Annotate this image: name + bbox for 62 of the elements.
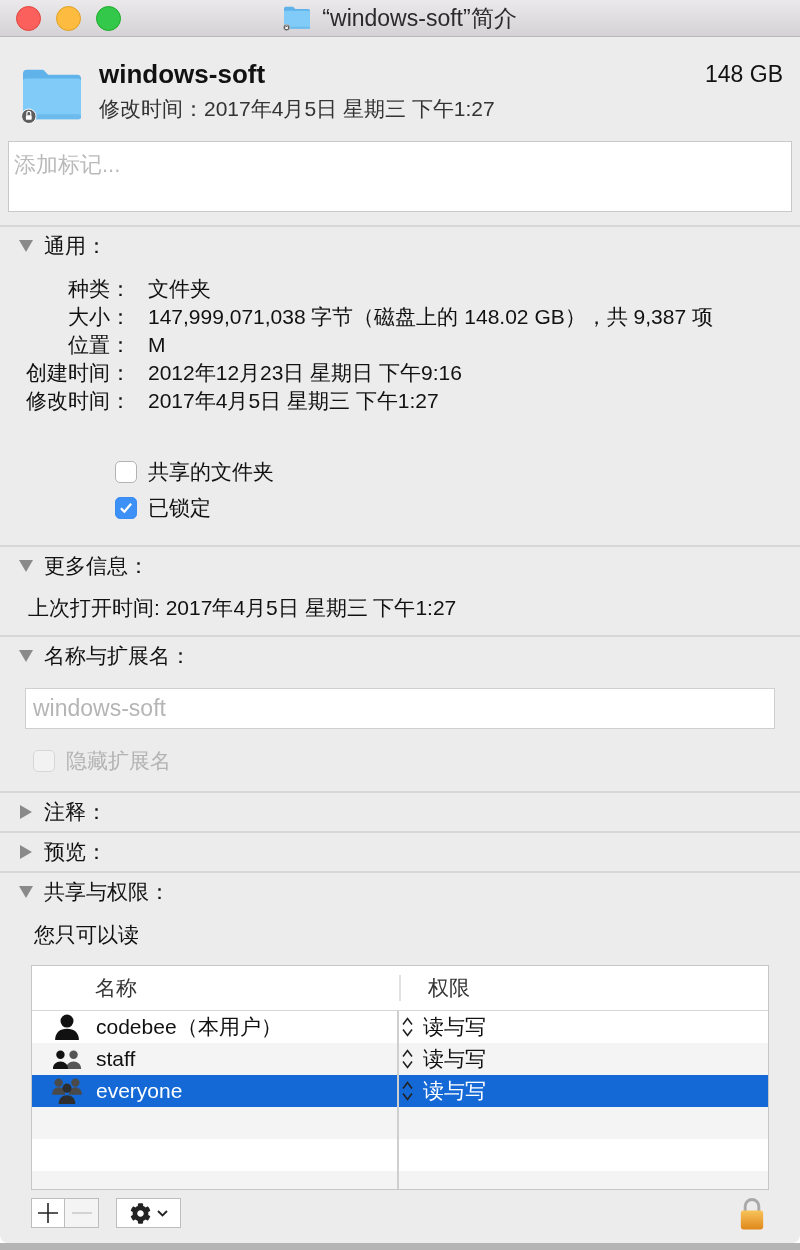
checkbox-label: 已锁定 — [148, 495, 211, 522]
checkbox-label: 隐藏扩展名 — [66, 748, 171, 775]
two-people-icon — [52, 1049, 82, 1069]
up-down-chevrons-icon — [402, 1081, 413, 1101]
field-label: 创建时间： — [25, 360, 131, 387]
field-label: 修改时间： — [25, 388, 131, 415]
three-people-icon — [52, 1078, 82, 1104]
locked-folder-icon — [283, 5, 312, 31]
action-menu-button[interactable] — [116, 1198, 181, 1228]
privilege-popup[interactable]: 读与写 — [402, 1011, 486, 1043]
field-value: M — [148, 332, 166, 359]
field-value: 2017年4月5日 星期三 下午1:27 — [148, 388, 439, 415]
file-size: 148 GB — [705, 60, 783, 89]
up-down-chevrons-icon — [402, 1017, 413, 1037]
privilege-popup[interactable]: 读与写 — [402, 1043, 486, 1075]
field-value: 147,999,071,038 字节（磁盘上的 148.02 GB），共 9,387 项 — [148, 304, 713, 331]
caret-down-icon — [156, 1209, 168, 1217]
triangle-down-icon[interactable] — [19, 560, 33, 572]
permission-note: 您只可以读 — [34, 922, 139, 948]
add-button[interactable] — [31, 1198, 65, 1228]
table-row[interactable]: staff 读与写 — [32, 1043, 768, 1075]
user-name: codebee（本用户） — [96, 1014, 282, 1041]
minimize-button[interactable] — [56, 5, 81, 31]
person-icon — [54, 1014, 80, 1040]
tags-field[interactable]: 添加标记... — [8, 141, 792, 212]
user-name: staff — [96, 1046, 136, 1073]
section-title[interactable]: 通用： — [44, 230, 107, 262]
gear-icon — [129, 1202, 151, 1224]
section-title[interactable]: 名称与扩展名： — [44, 640, 191, 672]
close-button[interactable] — [16, 5, 41, 31]
section-title[interactable]: 预览： — [44, 836, 107, 868]
field-value: 2012年12月23日 星期日 下午9:16 — [148, 360, 462, 387]
column-header[interactable]: 权限 — [428, 972, 470, 1004]
zoom-button[interactable] — [96, 5, 121, 31]
field-value: 文件夹 — [148, 276, 211, 303]
column-header[interactable]: 名称 — [95, 972, 137, 1004]
triangle-right-icon[interactable] — [20, 805, 32, 819]
triangle-down-icon[interactable] — [19, 240, 33, 252]
modified-date: 修改时间：2017年4月5日 星期三 下午1:27 — [99, 96, 495, 122]
field-label: 大小： — [67, 304, 131, 331]
minus-icon — [71, 1212, 92, 1214]
table-row[interactable]: everyone 读与写 — [32, 1075, 768, 1107]
field-label: 位置： — [67, 332, 131, 359]
privilege-popup[interactable]: 读与写 — [402, 1075, 486, 1107]
section-title[interactable]: 更多信息： — [44, 550, 149, 582]
triangle-down-icon[interactable] — [19, 886, 33, 898]
user-name: everyone — [96, 1078, 183, 1105]
field-label: 种类： — [67, 276, 131, 303]
checkbox-label: 共享的文件夹 — [148, 459, 274, 486]
plus-icon — [38, 1203, 58, 1223]
section-title[interactable]: 共享与权限： — [44, 876, 170, 908]
triangle-right-icon[interactable] — [20, 845, 32, 859]
checkbox[interactable] — [115, 497, 137, 519]
up-down-chevrons-icon — [402, 1049, 413, 1069]
triangle-down-icon[interactable] — [19, 650, 33, 662]
padlock-icon[interactable] — [739, 1197, 765, 1230]
checkbox[interactable] — [115, 461, 137, 483]
checkmark-icon — [120, 503, 132, 513]
window-title: “windows-soft”简介 — [322, 3, 517, 33]
last-opened-text: 上次打开时间: 2017年4月5日 星期三 下午1:27 — [28, 595, 457, 621]
file-name: windows-soft — [99, 59, 266, 89]
section-title[interactable]: 注释： — [44, 796, 107, 828]
